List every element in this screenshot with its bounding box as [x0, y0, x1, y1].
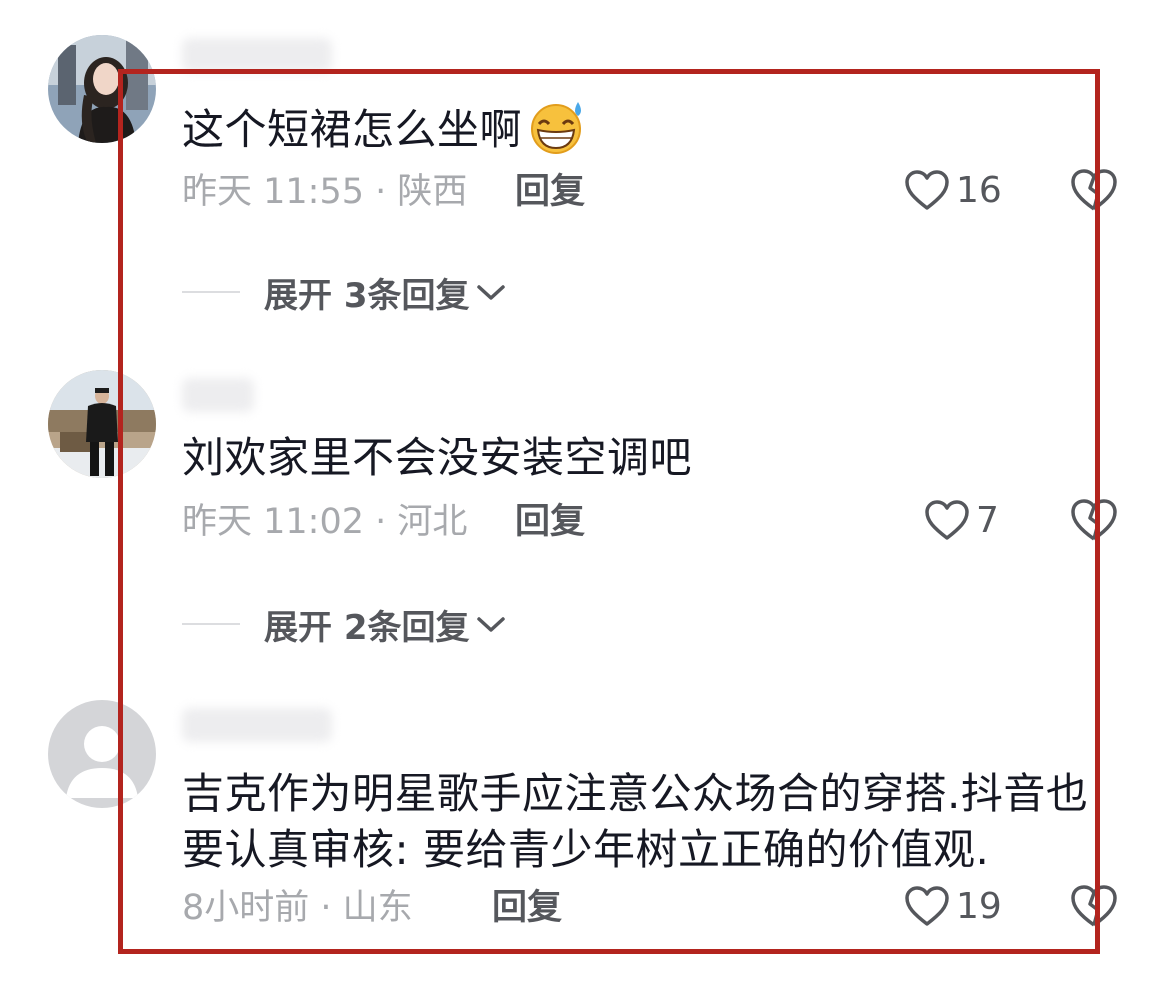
reply-button[interactable]: 回复 — [492, 888, 562, 928]
like-button[interactable]: 19 — [904, 884, 1002, 928]
comment-text: 刘欢家里不会没安装空调吧 — [182, 433, 693, 482]
heart-outline-icon — [905, 170, 949, 210]
comment-meta: 8小时前 · 山东 — [182, 888, 413, 928]
username-blurred[interactable] — [182, 378, 254, 412]
expand-replies-label: 展开 3条回复 — [264, 275, 470, 316]
comment-text: 这个短裙怎么坐啊 — [182, 100, 1102, 166]
heart-outline-icon — [905, 886, 949, 926]
like-count: 7 — [976, 499, 999, 541]
expand-replies-button[interactable]: 展开 2条回复 — [182, 604, 508, 648]
username-blurred[interactable] — [182, 708, 332, 742]
comment-meta: 昨天 11:55 · 陕西 — [182, 172, 468, 212]
like-count: 16 — [956, 169, 1002, 211]
divider — [182, 291, 240, 293]
broken-heart-outline-icon — [1071, 885, 1117, 927]
dislike-button[interactable] — [1070, 168, 1118, 216]
like-count: 19 — [956, 885, 1002, 927]
broken-heart-outline-icon — [1071, 169, 1117, 211]
like-button[interactable]: 7 — [924, 498, 999, 542]
chevron-down-icon — [476, 617, 505, 632]
expand-replies-button[interactable]: 展开 3条回复 — [182, 272, 508, 316]
reply-button[interactable]: 回复 — [515, 502, 585, 542]
divider — [182, 623, 240, 625]
avatar[interactable] — [48, 370, 156, 478]
comment-text: 吉克作为明星歌手应注意公众场合的穿搭.抖音也要认真审核: 要给青少年树立正确的价… — [182, 769, 1089, 874]
comment-text-content: 这个短裙怎么坐啊 — [182, 105, 523, 154]
dislike-button[interactable] — [1070, 498, 1118, 546]
comment-meta: 昨天 11:02 · 河北 — [182, 502, 468, 542]
avatar[interactable] — [48, 35, 156, 143]
chevron-down-icon — [476, 285, 505, 300]
username-blurred[interactable] — [182, 38, 332, 72]
heart-outline-icon — [925, 500, 969, 540]
broken-heart-outline-icon — [1071, 499, 1117, 541]
dislike-button[interactable] — [1070, 884, 1118, 932]
avatar[interactable] — [48, 700, 156, 808]
like-button[interactable]: 16 — [904, 168, 1002, 212]
expand-replies-label: 展开 2条回复 — [264, 607, 470, 648]
grinning-sweat-emoji-icon — [526, 100, 586, 166]
reply-button[interactable]: 回复 — [515, 172, 585, 212]
